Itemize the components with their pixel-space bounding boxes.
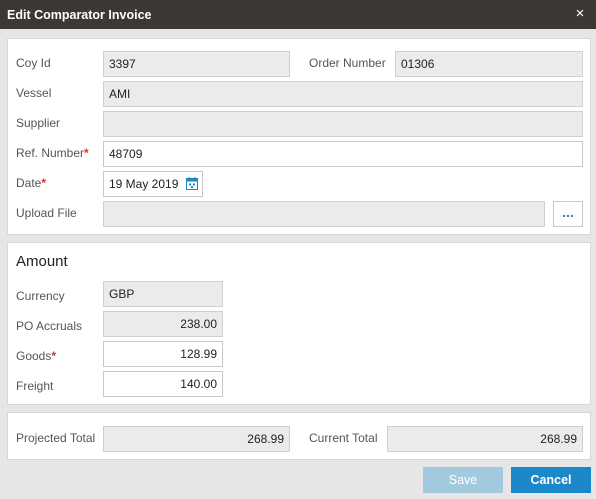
freight-label: Freight	[16, 379, 54, 393]
date-label-text: Date	[16, 176, 42, 190]
browse-file-button[interactable]: ...	[553, 201, 583, 227]
upload-file-field	[103, 201, 545, 227]
goods-label-text: Goods	[16, 349, 52, 363]
goods-input[interactable]: 128.99	[103, 341, 223, 367]
upload-file-label: Upload File	[16, 206, 77, 220]
order-number-label: Order Number	[309, 56, 386, 70]
amount-section-title: Amount	[16, 253, 68, 270]
date-label: Date*	[16, 176, 46, 190]
dialog-titlebar: Edit Comparator Invoice ×	[0, 0, 596, 29]
date-value: 19 May 2019	[109, 177, 179, 191]
required-marker: *	[51, 349, 57, 363]
currency-label: Currency	[16, 289, 65, 303]
projected-total-label: Projected Total	[16, 431, 96, 445]
coy-id-field: 3397	[103, 51, 290, 77]
po-accruals-label: PO Accruals	[16, 319, 83, 333]
ref-number-label: Ref. Number*	[16, 146, 89, 160]
invoice-details-panel: Coy Id 3397 Order Number 01306 Vessel AM…	[7, 38, 591, 235]
save-button[interactable]: Save	[423, 467, 503, 493]
dialog-title: Edit Comparator Invoice	[7, 8, 152, 22]
goods-label: Goods*	[16, 349, 56, 363]
ref-number-input[interactable]: 48709	[103, 141, 583, 167]
current-total-field: 268.99	[387, 426, 583, 452]
ref-number-label-text: Ref. Number	[16, 146, 85, 160]
calendar-icon[interactable]	[186, 177, 198, 190]
required-marker: *	[84, 146, 89, 160]
po-accruals-field: 238.00	[103, 311, 223, 337]
current-total-label: Current Total	[309, 431, 378, 445]
coy-id-label: Coy Id	[16, 56, 51, 70]
currency-field: GBP	[103, 281, 223, 307]
projected-total-field: 268.99	[103, 426, 290, 452]
close-icon[interactable]: ×	[572, 6, 588, 22]
date-input[interactable]: 19 May 2019	[103, 171, 203, 197]
cancel-button[interactable]: Cancel	[511, 467, 591, 493]
totals-panel: Projected Total 268.99 Current Total 268…	[7, 412, 591, 460]
supplier-label: Supplier	[16, 116, 61, 130]
required-marker: *	[41, 176, 47, 190]
order-number-field: 01306	[395, 51, 583, 77]
vessel-field: AMI	[103, 81, 583, 107]
supplier-field	[103, 111, 583, 137]
freight-input[interactable]: 140.00	[103, 371, 223, 397]
vessel-label: Vessel	[16, 86, 52, 100]
amount-panel: Amount Currency GBP PO Accruals 238.00 G…	[7, 242, 591, 405]
